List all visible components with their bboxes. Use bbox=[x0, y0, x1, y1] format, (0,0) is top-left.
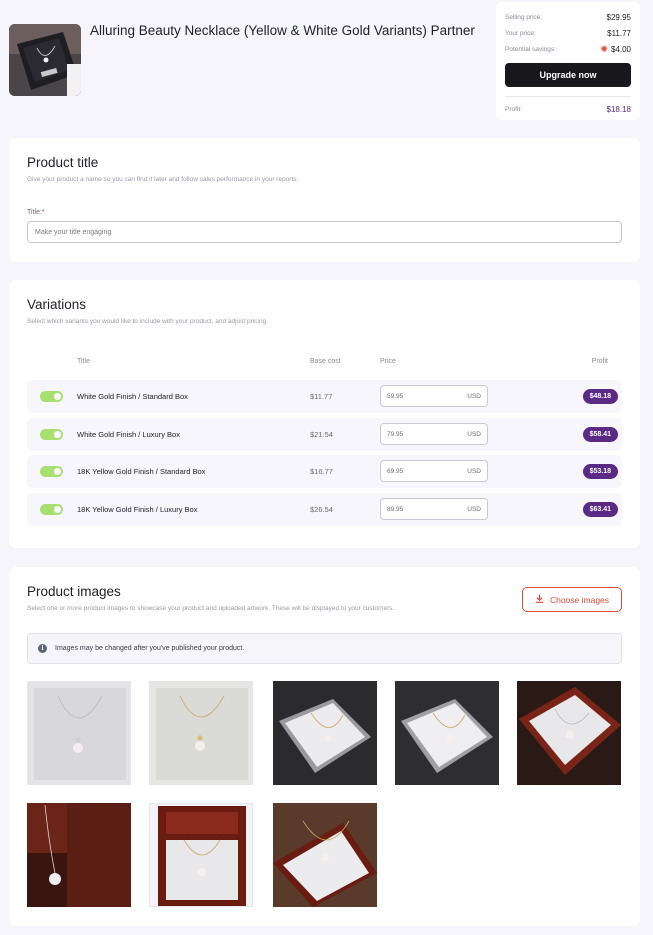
profit-label: Profit: bbox=[505, 105, 522, 113]
variant-toggle[interactable] bbox=[40, 466, 63, 477]
profit-badge: $63.41 bbox=[582, 502, 618, 517]
selling-price-row: Selling price: $29.95 bbox=[505, 9, 631, 25]
variations-heading: Variations bbox=[27, 297, 87, 312]
currency-label: USD bbox=[467, 505, 481, 513]
variant-toggle[interactable] bbox=[40, 429, 63, 440]
product-image-option[interactable] bbox=[27, 803, 131, 907]
product-image-option[interactable] bbox=[273, 803, 377, 907]
title-field-label: Title:* bbox=[27, 209, 45, 216]
info-text: Images may be changed after you've publi… bbox=[55, 645, 245, 652]
price-value: 69.95 bbox=[387, 467, 404, 475]
variant-title: 18K Yellow Gold Finish / Luxury Box bbox=[77, 505, 198, 514]
pricing-summary-card: Selling price: $29.95 Your price: $11.77… bbox=[496, 2, 640, 120]
your-price-label: Your price: bbox=[505, 29, 536, 37]
product-images-card: Product images Select one or more produc… bbox=[9, 567, 640, 926]
product-image-option[interactable] bbox=[27, 681, 131, 785]
open-luxury-box-image bbox=[150, 804, 252, 906]
product-image-option[interactable] bbox=[517, 681, 621, 785]
luxury-box-angled-image bbox=[273, 803, 377, 907]
price-value: 79.95 bbox=[387, 430, 404, 438]
product-thumbnail bbox=[9, 24, 81, 96]
product-image-option[interactable] bbox=[395, 681, 499, 785]
required-mark: * bbox=[41, 209, 45, 216]
variant-title: White Gold Finish / Luxury Box bbox=[77, 430, 180, 439]
product-images-description: Select one or more product images to sho… bbox=[27, 605, 395, 612]
variation-row: 18K Yellow Gold Finish / Luxury Box $26.… bbox=[27, 493, 622, 526]
column-price: Price bbox=[380, 358, 396, 365]
yellow-gold-necklace-image bbox=[150, 682, 252, 784]
variant-price-input[interactable]: 79.95 USD bbox=[380, 423, 488, 445]
savings-badge-icon: ✺ bbox=[600, 44, 608, 54]
variant-toggle[interactable] bbox=[40, 391, 63, 402]
savings-value: $4.00 bbox=[610, 44, 631, 54]
upgrade-now-button[interactable]: Upgrade now bbox=[505, 63, 631, 87]
variant-price-input[interactable]: 89.95 USD bbox=[380, 498, 488, 520]
product-images-heading: Product images bbox=[27, 584, 121, 599]
luxury-box-necklace-image bbox=[517, 681, 621, 785]
page-header: Alluring Beauty Necklace (Yellow & White… bbox=[0, 0, 653, 130]
currency-label: USD bbox=[467, 467, 481, 475]
product-image-option[interactable] bbox=[149, 803, 253, 907]
profit-row: Profit: $18.18 bbox=[505, 101, 631, 117]
standard-box-necklace-image bbox=[273, 681, 377, 785]
variant-title: White Gold Finish / Standard Box bbox=[77, 392, 188, 401]
title-input[interactable]: Make your title engaging bbox=[27, 221, 622, 243]
profit-value: $18.18 bbox=[606, 104, 631, 114]
white-gold-necklace-image bbox=[28, 682, 130, 784]
variant-title: 18K Yellow Gold Finish / Standard Box bbox=[77, 467, 206, 476]
currency-label: USD bbox=[467, 430, 481, 438]
variant-base-cost: $16.77 bbox=[310, 467, 333, 476]
product-title-description: Give your product a name so you can find… bbox=[27, 176, 299, 183]
variant-base-cost: $21.54 bbox=[310, 430, 333, 439]
info-icon: i bbox=[38, 644, 47, 653]
column-title: Title bbox=[77, 358, 90, 365]
savings-value-wrap: ✺ $4.00 bbox=[600, 45, 631, 54]
currency-label: USD bbox=[467, 392, 481, 400]
variations-description: Select which variants you would like to … bbox=[27, 318, 268, 325]
profit-badge: $48.18 bbox=[582, 389, 618, 404]
profit-badge: $53.18 bbox=[582, 464, 618, 479]
variation-row: White Gold Finish / Luxury Box $21.54 79… bbox=[27, 418, 622, 451]
selling-price-value: $29.95 bbox=[606, 12, 631, 22]
variant-base-cost: $26.54 bbox=[310, 505, 333, 514]
variant-price-input[interactable]: 69.95 USD bbox=[380, 460, 488, 482]
divider bbox=[505, 96, 631, 97]
savings-row: Potential savings: ✺ $4.00 bbox=[505, 41, 631, 57]
product-image-option[interactable] bbox=[149, 681, 253, 785]
info-notice: i Images may be changed after you've pub… bbox=[27, 633, 622, 664]
luxury-box-closeup-image bbox=[27, 803, 131, 907]
column-base-cost: Base cost bbox=[310, 358, 341, 365]
product-title-heading: Product title bbox=[27, 155, 99, 170]
price-value: 59.95 bbox=[387, 392, 404, 400]
variant-price-input[interactable]: 59.95 USD bbox=[380, 385, 488, 407]
product-image-option[interactable] bbox=[273, 681, 377, 785]
variations-card: Variations Select which variants you wou… bbox=[9, 280, 640, 548]
variation-row: White Gold Finish / Standard Box $11.77 … bbox=[27, 380, 622, 413]
savings-label: Potential savings: bbox=[505, 45, 556, 53]
column-profit: Profit bbox=[591, 358, 608, 365]
your-price-value: $11.77 bbox=[607, 28, 631, 38]
selling-price-label: Selling price: bbox=[505, 13, 543, 21]
choose-images-button[interactable]: Choose images bbox=[522, 587, 622, 612]
choose-images-label: Choose images bbox=[549, 594, 610, 605]
your-price-row: Your price: $11.77 bbox=[505, 25, 631, 41]
variation-row: 18K Yellow Gold Finish / Standard Box $1… bbox=[27, 455, 622, 488]
standard-box-necklace-image bbox=[395, 681, 499, 785]
product-title: Alluring Beauty Necklace (Yellow & White… bbox=[90, 23, 475, 38]
download-icon bbox=[535, 594, 544, 605]
variant-base-cost: $11.77 bbox=[310, 392, 333, 401]
product-title-card: Product title Give your product a name s… bbox=[9, 138, 640, 262]
price-value: 89.95 bbox=[387, 505, 404, 513]
title-label-text: Title: bbox=[27, 209, 42, 216]
variant-toggle[interactable] bbox=[40, 504, 63, 515]
profit-badge: $58.41 bbox=[582, 427, 618, 442]
